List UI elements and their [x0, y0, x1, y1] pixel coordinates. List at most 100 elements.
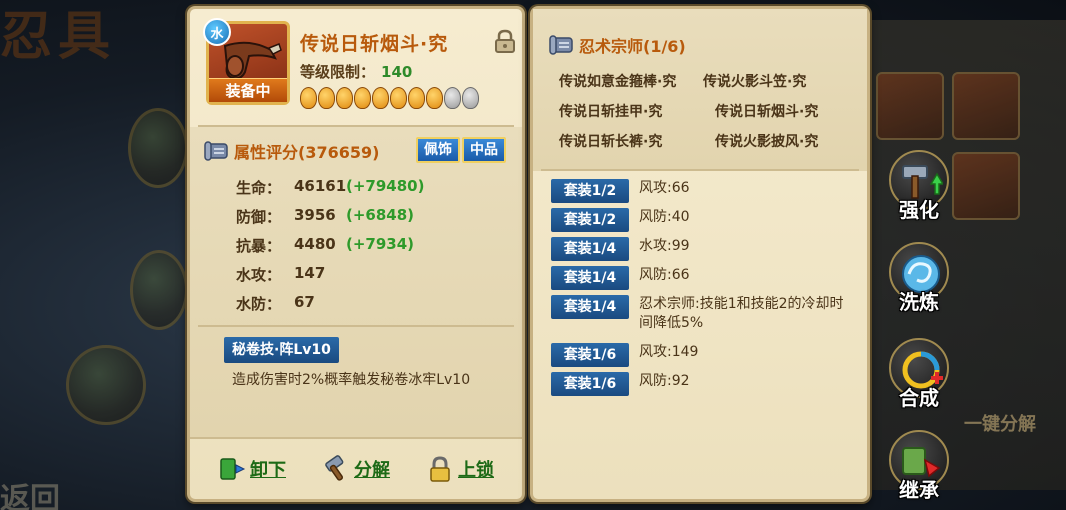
- stat-label: 抗暴：: [236, 237, 282, 255]
- set-bonus-row: 套装1/4 水攻:99: [551, 237, 861, 261]
- inventory-slot[interactable]: [952, 152, 1020, 220]
- decompose-label: 分解: [354, 460, 390, 481]
- star-filled-icon: [426, 87, 443, 109]
- lock-label: 上锁: [458, 460, 494, 481]
- item-icon: 水 装备中: [203, 18, 290, 105]
- level-label: 等级限制：: [300, 63, 376, 81]
- one-click-decompose-button[interactable]: 一键分解: [964, 410, 1036, 436]
- set-title-row: 忍术宗师(1/6): [549, 33, 686, 57]
- set-bonus-tag: 套装1/4: [551, 266, 629, 290]
- stat-value: 67: [294, 293, 315, 311]
- set-bonus-text: 风防:40: [639, 209, 690, 225]
- inherit-label: 继承: [899, 478, 939, 502]
- set-bonus-text: 忍术宗师:技能1和技能2的冷却时间降低5%: [639, 296, 844, 331]
- stat-bonus: (+7934): [346, 235, 415, 253]
- action-bar: 卸下 分解 上锁: [190, 437, 522, 499]
- skill-description: 造成伤害时2%概率触发秘卷冰牢Lv10: [232, 372, 471, 388]
- set-bonus-row: 套装1/6 风攻:149: [551, 343, 861, 367]
- type-tag: 佩饰: [416, 137, 460, 163]
- stat-bonus: (+79480): [346, 177, 425, 195]
- stat-label: 生命：: [236, 179, 282, 197]
- set-bonus-row: 套装1/4 风防:66: [551, 266, 861, 290]
- set-item: 传说如意金箍棒·究: [559, 74, 677, 90]
- unequip-label: 卸下: [250, 460, 286, 481]
- padlock-icon: [430, 456, 450, 482]
- stat-label: 水攻：: [236, 266, 282, 284]
- star-filled-icon: [354, 87, 371, 109]
- stat-row: 防御： 3956 (+6848): [236, 206, 414, 227]
- bg-equipment-slot[interactable]: [66, 345, 146, 425]
- stat-row: 抗暴： 4480 (+7934): [236, 235, 414, 256]
- divider: [541, 169, 859, 171]
- stat-row: 水攻： 147: [236, 264, 346, 285]
- level-value: 140: [381, 63, 413, 81]
- set-bonus-text: 水攻:99: [639, 238, 690, 254]
- skill-name-tag: 秘卷技·阵Lv10: [224, 337, 339, 363]
- inventory-slot[interactable]: [952, 72, 1020, 140]
- set-bonus-row: 套装1/2 风攻:66: [551, 179, 861, 203]
- set-bonus-tag: 套装1/6: [551, 372, 629, 396]
- unequip-icon: [220, 458, 246, 480]
- water-element-badge: 水: [203, 18, 231, 46]
- set-bonus-text: 风攻:149: [639, 344, 699, 360]
- star-filled-icon: [372, 87, 389, 109]
- star-filled-icon: [408, 87, 425, 109]
- bg-equipment-slot[interactable]: [130, 250, 188, 330]
- hammer-icon: [325, 455, 344, 481]
- refine-label: 洗炼: [899, 290, 939, 314]
- set-bonus-tag: 套装1/6: [551, 343, 629, 367]
- stat-bonus: (+6848): [346, 206, 415, 224]
- set-bonus-tag: 套装1/4: [551, 237, 629, 261]
- decompose-button[interactable]: 分解: [322, 455, 390, 483]
- level-requirement: 等级限制： 140: [300, 61, 412, 82]
- stat-value: 147: [294, 264, 326, 282]
- inherit-button[interactable]: 继承: [884, 430, 954, 510]
- star-empty-icon: [462, 87, 479, 109]
- set-info-panel: 忍术宗师(1/6) 传说如意金箍棒·究 传说火影斗笠·究 传说日斩挂甲·究 传说…: [530, 6, 870, 502]
- back-label[interactable]: 返回: [0, 474, 60, 510]
- scroll-icon: [549, 35, 573, 55]
- bg-equipment-slot[interactable]: [128, 108, 188, 188]
- inventory-slot[interactable]: [876, 72, 944, 140]
- star-filled-icon: [300, 87, 317, 109]
- stat-row: 水防： 67: [236, 293, 346, 314]
- lock-button[interactable]: 上锁: [426, 455, 494, 483]
- stat-value: 46161: [294, 177, 347, 195]
- star-filled-icon: [318, 87, 335, 109]
- set-bonus-row: 套装1/4 忍术宗师:技能1和技能2的冷却时间降低5%: [551, 295, 861, 333]
- synthesize-button[interactable]: 合成: [884, 338, 954, 418]
- equipped-tag: 装备中: [209, 78, 287, 102]
- set-bonus-row: 套装1/6 风防:92: [551, 372, 861, 396]
- background-title: 忍具: [0, 6, 117, 67]
- star-filled-icon: [390, 87, 407, 109]
- set-bonus-tag: 套装1/2: [551, 179, 629, 203]
- star-filled-icon: [336, 87, 353, 109]
- set-item: 传说日斩长裤·究: [559, 134, 663, 150]
- set-bonus-tag: 套装1/2: [551, 208, 629, 232]
- set-item: 传说火影斗笠·究: [703, 74, 807, 90]
- set-item: 传说火影披风·究: [715, 134, 819, 150]
- scroll-icon: [204, 141, 228, 161]
- set-item: 传说日斩烟斗·究: [715, 104, 819, 120]
- item-name: 传说日斩烟斗·究: [300, 33, 449, 55]
- refine-button[interactable]: 洗炼: [884, 242, 954, 322]
- item-header: 水 装备中 传说日斩烟斗·究 等级限制： 140: [190, 9, 522, 125]
- set-title: 忍术宗师(1/6): [579, 37, 686, 56]
- enhance-button[interactable]: 强化: [884, 150, 954, 230]
- grade-tag: 中品: [462, 137, 506, 163]
- unequip-button[interactable]: 卸下: [218, 455, 286, 483]
- enhance-label: 强化: [899, 198, 939, 222]
- score-row: 属性评分(376659): [204, 139, 379, 163]
- item-detail-panel: 水 装备中 传说日斩烟斗·究 等级限制： 140 属性评分(376659) 佩饰 …: [187, 6, 525, 502]
- stat-label: 防御：: [236, 208, 282, 226]
- set-bonus-row: 套装1/2 风防:40: [551, 208, 861, 232]
- set-bonus-text: 风防:92: [639, 373, 690, 389]
- set-item: 传说日斩挂甲·究: [559, 104, 663, 120]
- lock-icon[interactable]: [494, 29, 516, 53]
- stat-value: 4480: [294, 235, 336, 253]
- stat-label: 水防：: [236, 295, 282, 313]
- divider: [198, 325, 514, 327]
- stat-value: 3956: [294, 206, 336, 224]
- synthesize-label: 合成: [899, 386, 939, 410]
- star-empty-icon: [444, 87, 461, 109]
